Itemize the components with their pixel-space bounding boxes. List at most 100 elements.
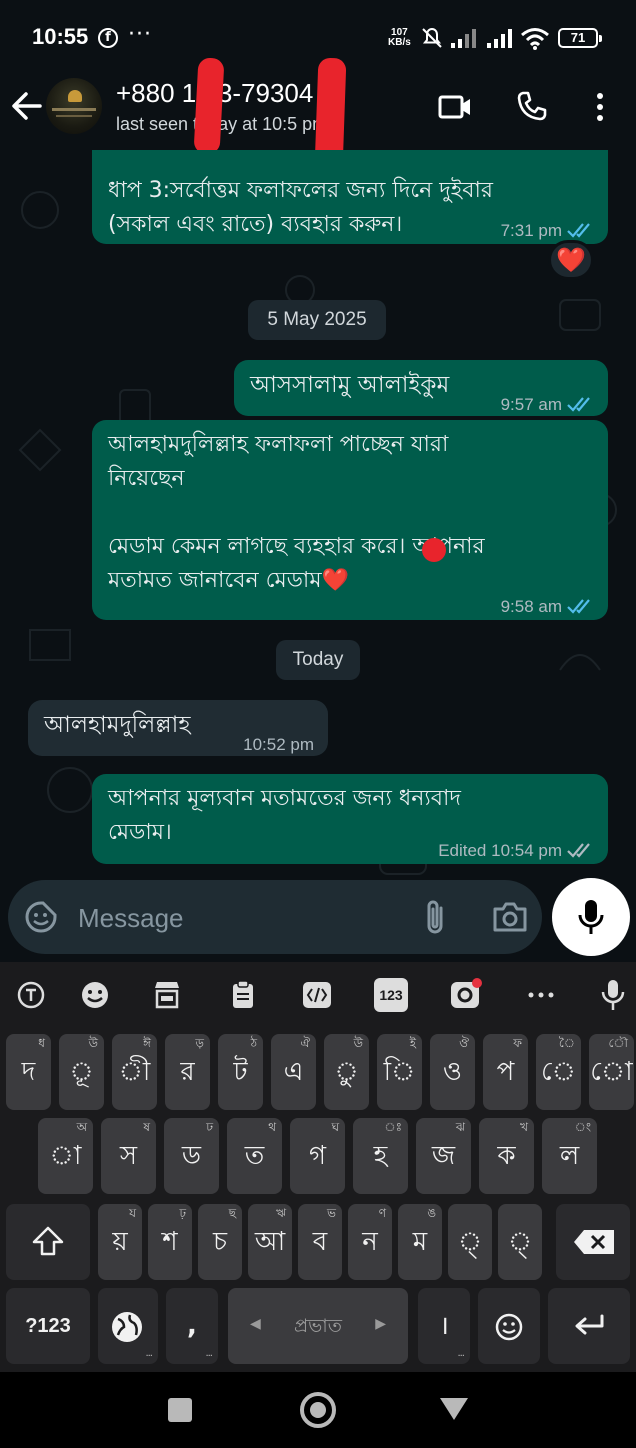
key-label: স bbox=[119, 1141, 138, 1171]
enter-key[interactable] bbox=[548, 1288, 630, 1364]
letter-key[interactable]: ্ bbox=[498, 1204, 542, 1280]
home-button[interactable] bbox=[300, 1392, 336, 1428]
clipboard-store-icon[interactable] bbox=[150, 978, 184, 1012]
key-label: ্ bbox=[507, 1227, 533, 1257]
comma-key[interactable]: , ··· bbox=[166, 1288, 218, 1364]
message-input[interactable]: Message bbox=[78, 898, 398, 938]
gif-sticker-icon[interactable] bbox=[448, 978, 482, 1012]
letter-key[interactable]: ঢড bbox=[164, 1118, 219, 1194]
letter-key[interactable]: ঙম bbox=[398, 1204, 442, 1280]
key-hint: ফ bbox=[513, 1036, 522, 1050]
chat-header: +880 1 53-79304 last seen today at 10:5 … bbox=[0, 57, 636, 199]
recents-button[interactable] bbox=[168, 1398, 192, 1422]
letter-key[interactable]: ৈে bbox=[536, 1034, 581, 1110]
key-label: গ bbox=[308, 1141, 327, 1171]
letter-key[interactable]: অা bbox=[38, 1118, 93, 1194]
message-outgoing[interactable]: আলহামদুলিল্লাহ ফলাফলা পাচ্ছেন যারা নিয়ে… bbox=[92, 420, 608, 620]
letter-key[interactable]: থত bbox=[227, 1118, 282, 1194]
emoji-sticker-icon[interactable] bbox=[24, 900, 58, 934]
key-label: ন bbox=[362, 1227, 378, 1257]
letter-key[interactable]: উু bbox=[324, 1034, 369, 1110]
key-label: দ bbox=[21, 1057, 36, 1087]
letter-key[interactable]: উূ bbox=[59, 1034, 104, 1110]
space-key[interactable]: ◀ প্রভাত ▶ bbox=[228, 1288, 408, 1364]
message-outgoing[interactable]: আপনার মূল্যবান মতামতের জন্য ধন্যবাদ মেডা… bbox=[92, 774, 608, 864]
key-label: ি bbox=[383, 1057, 416, 1087]
enter-icon bbox=[575, 1314, 604, 1335]
period-key[interactable]: । ··· bbox=[418, 1288, 470, 1364]
back-arrow-icon[interactable] bbox=[10, 88, 44, 124]
translate-icon[interactable] bbox=[14, 978, 48, 1012]
letter-key[interactable]: ঃ হ bbox=[353, 1118, 408, 1194]
letter-key[interactable]: ফপ bbox=[483, 1034, 528, 1110]
globe-icon bbox=[112, 1312, 142, 1342]
letter-key[interactable]: ঔও bbox=[430, 1034, 475, 1110]
letter-key[interactable]: ইি bbox=[377, 1034, 422, 1110]
letter-key[interactable]: ঋআ bbox=[248, 1204, 292, 1280]
letter-key[interactable]: ঐএ bbox=[271, 1034, 316, 1110]
shift-key[interactable] bbox=[6, 1204, 90, 1280]
message-outgoing[interactable]: ধাপ 3:সর্বোত্তম ফলাফলের জন্য দিনে দুইবার… bbox=[92, 150, 608, 244]
letter-key[interactable]: ্ bbox=[448, 1204, 492, 1280]
key-label: হ bbox=[373, 1141, 388, 1171]
letter-key[interactable]: ঝজ bbox=[416, 1118, 471, 1194]
video-call-icon[interactable] bbox=[438, 94, 472, 120]
letter-key[interactable]: ড় র bbox=[165, 1034, 210, 1110]
message-composer: Message bbox=[8, 880, 542, 954]
key-label: ল bbox=[559, 1141, 580, 1171]
symbols-key[interactable]: ?123 bbox=[6, 1288, 90, 1364]
letter-key[interactable]: ভব bbox=[298, 1204, 342, 1280]
space-right-arrow-icon: ▶ bbox=[375, 1316, 386, 1332]
reaction-badge[interactable]: ❤️ bbox=[548, 240, 594, 280]
message-time-label: 9:58 am bbox=[500, 597, 562, 616]
facebook-icon: f bbox=[98, 28, 118, 48]
letter-key[interactable]: খক bbox=[479, 1118, 534, 1194]
key-hint: খ bbox=[520, 1120, 528, 1134]
message-time-label: 7:31 pm bbox=[500, 221, 562, 240]
message-time: 9:58 am bbox=[501, 590, 594, 624]
message-incoming[interactable]: আলহামদুলিল্লাহ 10:52 pm bbox=[28, 700, 328, 756]
letter-key[interactable]: ৌো bbox=[589, 1034, 634, 1110]
avatar[interactable] bbox=[46, 78, 102, 134]
letter-key[interactable]: ধদ bbox=[6, 1034, 51, 1110]
letter-key[interactable]: ং ল bbox=[542, 1118, 597, 1194]
letter-key[interactable]: ষস bbox=[101, 1118, 156, 1194]
numpad-icon[interactable]: 123 bbox=[374, 978, 408, 1012]
letter-key[interactable]: ঢ় শ bbox=[148, 1204, 192, 1280]
attach-icon[interactable] bbox=[422, 898, 448, 936]
chat-area[interactable]: ধাপ 3:সর্বোত্তম ফলাফলের জন্য দিনে দুইবার… bbox=[0, 150, 636, 960]
backspace-key[interactable] bbox=[556, 1204, 630, 1280]
more-vert-icon[interactable] bbox=[590, 92, 610, 122]
emoji-key[interactable] bbox=[478, 1288, 540, 1364]
last-seen-status[interactable]: last seen today at 10:5 pm bbox=[116, 114, 327, 135]
message-time-label: 9:57 am bbox=[500, 395, 562, 414]
key-label: া bbox=[49, 1141, 82, 1171]
letter-key[interactable]: ঈী bbox=[112, 1034, 157, 1110]
letter-key[interactable]: ঠট bbox=[218, 1034, 263, 1110]
camera-icon[interactable] bbox=[492, 900, 528, 934]
key-label: ্ bbox=[457, 1227, 483, 1257]
clipboard-icon[interactable] bbox=[226, 978, 260, 1012]
message-outgoing[interactable]: আসসালামু আলাইকুম 9:57 am bbox=[234, 360, 608, 416]
key-label: প bbox=[496, 1057, 515, 1087]
mic-button[interactable] bbox=[552, 878, 630, 956]
letter-key[interactable]: ছচ bbox=[198, 1204, 242, 1280]
key-hint: ং bbox=[574, 1120, 591, 1134]
voice-call-icon[interactable] bbox=[516, 90, 548, 122]
sent-ticks-icon bbox=[567, 843, 590, 858]
key-label: শ bbox=[162, 1227, 178, 1257]
letter-key[interactable]: ঘগ bbox=[290, 1118, 345, 1194]
key-label: আ bbox=[254, 1227, 286, 1257]
key-hint: থ bbox=[268, 1120, 276, 1134]
date-separator: 5 May 2025 bbox=[248, 300, 386, 340]
redaction-mark bbox=[193, 57, 225, 155]
more-dots-icon[interactable] bbox=[524, 978, 558, 1012]
key-label: ত bbox=[244, 1141, 265, 1171]
language-key[interactable]: ··· bbox=[98, 1288, 158, 1364]
letter-key[interactable]: ণন bbox=[348, 1204, 392, 1280]
back-button[interactable] bbox=[440, 1398, 468, 1420]
text-edit-icon[interactable] bbox=[300, 978, 334, 1012]
letter-key[interactable]: য য় bbox=[98, 1204, 142, 1280]
voice-input-icon[interactable] bbox=[596, 978, 630, 1012]
emoji-icon[interactable] bbox=[78, 978, 112, 1012]
